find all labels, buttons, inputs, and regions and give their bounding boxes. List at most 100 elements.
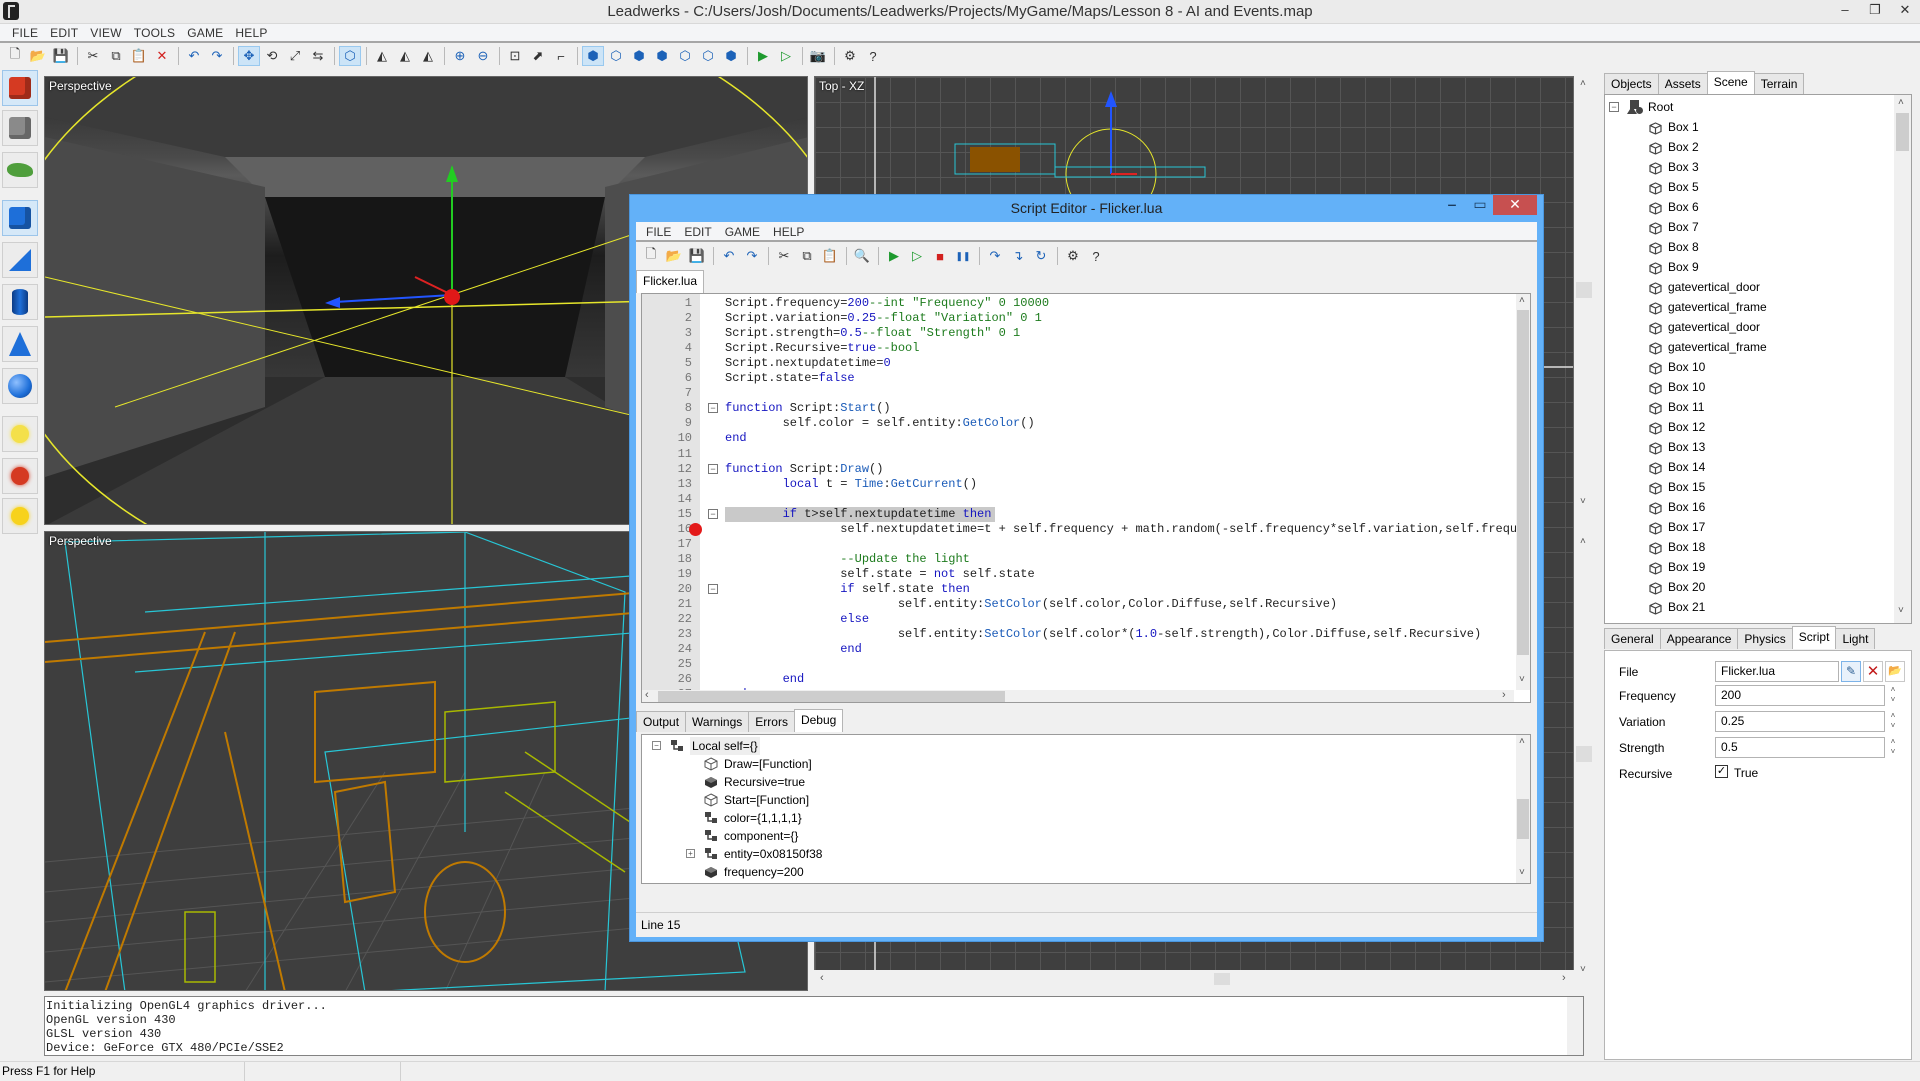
tree-item[interactable]: gatevertical_frame xyxy=(1649,337,1767,357)
scroll-up-icon[interactable]: ˄ xyxy=(1898,97,1904,108)
open-script-button[interactable]: 📂 xyxy=(1885,661,1905,682)
terrain-tool-button[interactable] xyxy=(2,152,38,188)
editor-redo-button[interactable]: ↷ xyxy=(741,246,763,266)
tree-item[interactable]: Box 13 xyxy=(1649,437,1705,457)
close-button[interactable]: ✕ xyxy=(1890,0,1920,22)
fold-toggle-icon[interactable]: − xyxy=(708,463,718,474)
scroll-down-icon[interactable]: ˅ xyxy=(1898,605,1904,616)
editor-step-into-button[interactable]: ↴ xyxy=(1007,246,1029,266)
cylinder-tool-button[interactable] xyxy=(2,284,38,320)
scroll-thumb[interactable] xyxy=(1896,113,1909,151)
brush-face-tool-button[interactable] xyxy=(2,110,38,146)
scroll-thumb[interactable] xyxy=(1576,282,1592,298)
align-x-button[interactable]: ◭ xyxy=(371,46,393,66)
breakpoint-icon[interactable] xyxy=(689,522,702,536)
view-front-button[interactable]: ⬡ xyxy=(605,46,627,66)
view-top-button[interactable]: ⬢ xyxy=(651,46,673,66)
output-tab-warnings[interactable]: Warnings xyxy=(685,711,750,732)
debug-item[interactable]: frequency=200 xyxy=(704,863,804,881)
view-bottom-button[interactable]: ⬢ xyxy=(720,46,742,66)
code-editor[interactable]: 1 2 3 4 5 6 7 8 9 10 11 12 13 14 15 16 17 18 19 20 21 22 23 24 2… xyxy=(641,293,1531,703)
menu-edit[interactable]: EDIT xyxy=(50,24,87,41)
tree-item[interactable]: Box 11 xyxy=(1649,397,1704,417)
editor-menu-file[interactable]: FILE xyxy=(646,222,671,240)
prop-tab-physics[interactable]: Physics xyxy=(1737,628,1793,649)
new-button[interactable]: 🗋 xyxy=(4,46,26,66)
scroll-thumb[interactable] xyxy=(1576,746,1592,762)
delete-button[interactable]: ✕ xyxy=(151,46,173,66)
top-view-horizontal-scrollbar[interactable]: ‹ › xyxy=(814,970,1574,988)
scroll-down-icon[interactable]: ˅ xyxy=(1519,867,1525,878)
edit-script-button[interactable]: ✎ xyxy=(1841,661,1861,682)
tree-item[interactable]: Box 19 xyxy=(1649,557,1705,577)
tree-item[interactable]: Box 10 xyxy=(1649,357,1705,377)
tree-item[interactable]: Box 18 xyxy=(1649,537,1705,557)
editor-maximize-button[interactable]: ▭ xyxy=(1467,196,1493,218)
spot-light-tool-button[interactable] xyxy=(2,458,38,494)
tree-item[interactable]: Box 12 xyxy=(1649,417,1705,437)
editor-run-button[interactable]: ▶ xyxy=(883,246,905,266)
scroll-left-icon[interactable]: ‹ xyxy=(645,689,649,701)
recursive-checkbox[interactable]: ✓ xyxy=(1715,765,1728,778)
debug-item[interactable]: color={1,1,1,1} xyxy=(704,809,802,827)
run-button[interactable]: ▶ xyxy=(752,46,774,66)
strength-spinner[interactable]: ˄ ˅ xyxy=(1887,737,1899,758)
editor-settings-button[interactable]: ⚙ xyxy=(1062,246,1084,266)
paste-button[interactable]: 📋 xyxy=(128,46,150,66)
tree-item[interactable]: Box 7 xyxy=(1649,217,1699,237)
top-view-vertical-scrollbar[interactable]: ˄ ˅ ˄ ˅ xyxy=(1574,76,1596,988)
move-button[interactable]: ✥ xyxy=(238,46,260,66)
minimize-button[interactable]: – xyxy=(1830,0,1860,22)
tree-item[interactable]: gatevertical_door xyxy=(1649,277,1760,297)
editor-pause-button[interactable]: ❚❚ xyxy=(952,246,974,266)
editor-new-button[interactable]: 🗋 xyxy=(640,246,662,266)
fold-toggle-icon[interactable]: − xyxy=(708,403,718,414)
tree-item[interactable]: Box 8 xyxy=(1649,237,1699,257)
cut-button[interactable]: ✂ xyxy=(82,46,104,66)
open-button[interactable]: 📂 xyxy=(27,46,49,66)
debug-scrollbar[interactable]: ˄ ˅ xyxy=(1516,735,1530,883)
wedge-tool-button[interactable] xyxy=(2,242,38,278)
scroll-down-icon[interactable]: ˅ xyxy=(1580,964,1586,975)
maximize-button[interactable]: ⬈ xyxy=(527,46,549,66)
fold-toggle-icon[interactable]: − xyxy=(708,583,718,594)
menu-tools[interactable]: TOOLS xyxy=(134,24,184,41)
console-output[interactable]: Initializing OpenGL4 graphics driver... … xyxy=(44,996,1584,1056)
code-horizontal-scrollbar[interactable]: ‹ › xyxy=(642,689,1514,702)
debug-variables-tree[interactable]: − Local self={} Draw=[Function] Recursive=t… xyxy=(641,734,1531,884)
editor-step-over-button[interactable]: ↷ xyxy=(984,246,1006,266)
hierarchy-button[interactable]: ⌐ xyxy=(550,46,572,66)
save-button[interactable]: 💾 xyxy=(50,46,72,66)
view-back-button[interactable]: ⬡ xyxy=(674,46,696,66)
menu-file[interactable]: FILE xyxy=(12,24,47,41)
help-button[interactable]: ? xyxy=(862,46,884,66)
script-file-field[interactable]: Flicker.lua xyxy=(1715,661,1839,682)
tree-item[interactable]: Box 20 xyxy=(1649,577,1705,597)
scroll-up-icon[interactable]: ˄ xyxy=(1519,295,1525,306)
frequency-field[interactable]: 200 xyxy=(1715,685,1885,706)
debug-item[interactable]: Draw=[Function] xyxy=(704,755,812,773)
debug-run-button[interactable]: ▷ xyxy=(775,46,797,66)
undo-button[interactable]: ↶ xyxy=(183,46,205,66)
scroll-right-icon[interactable]: › xyxy=(1562,972,1566,984)
line-number-gutter[interactable]: 1 2 3 4 5 6 7 8 9 10 11 12 13 14 15 16 17 18 19 20 21 22 23 24 2… xyxy=(642,294,700,701)
swap-button[interactable]: ⇆ xyxy=(307,46,329,66)
box-tool-button[interactable] xyxy=(2,200,38,236)
editor-step-out-button[interactable]: ↻ xyxy=(1030,246,1052,266)
scene-tree[interactable]: − Root Box 1 Box 2 Box 3 Box 5 Box 6 Box 7 Box… xyxy=(1604,94,1912,624)
tree-item[interactable]: Box 6 xyxy=(1649,197,1699,217)
scroll-down-icon[interactable]: ˅ xyxy=(1519,674,1525,685)
fold-toggle-icon[interactable]: − xyxy=(708,508,718,519)
menu-view[interactable]: VIEW xyxy=(90,24,130,41)
tree-root[interactable]: − Root xyxy=(1609,97,1673,117)
view-solid-button[interactable]: ⬢ xyxy=(582,46,604,66)
output-tab-output[interactable]: Output xyxy=(636,711,687,732)
scroll-thumb[interactable] xyxy=(1214,973,1230,985)
debug-item[interactable]: Start=[Function] xyxy=(704,791,809,809)
rotate-button[interactable]: ⟲ xyxy=(261,46,283,66)
select-mode-button[interactable]: ⬡ xyxy=(339,46,361,66)
collapse-icon[interactable]: − xyxy=(1609,102,1619,112)
tree-item[interactable]: Box 16 xyxy=(1649,497,1705,517)
scroll-left-icon[interactable]: ‹ xyxy=(820,972,824,984)
tree-item[interactable]: Box 21 xyxy=(1649,597,1705,617)
